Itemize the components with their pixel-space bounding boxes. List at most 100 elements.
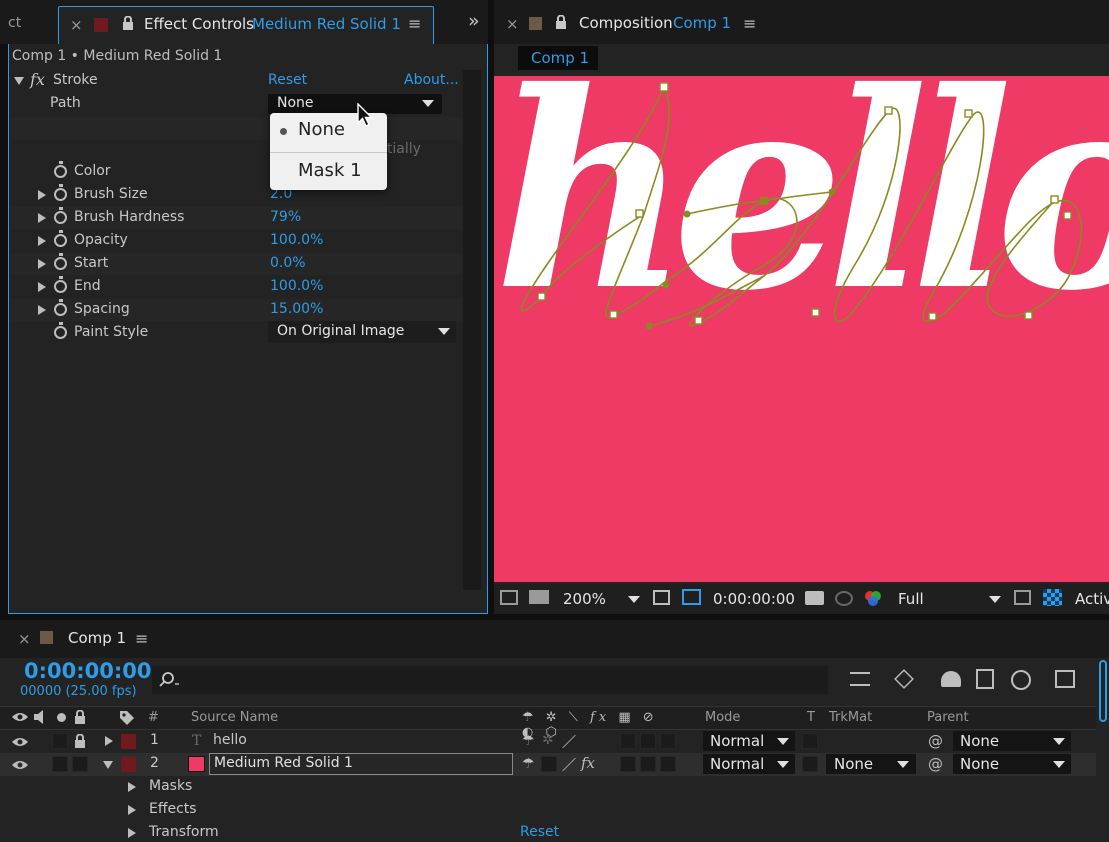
about-button[interactable]: About... <box>404 72 459 88</box>
scrollbar[interactable] <box>463 70 481 590</box>
twirl-icon[interactable] <box>103 761 113 769</box>
twirl-icon[interactable] <box>105 736 113 746</box>
color-channels-icon[interactable] <box>862 589 884 609</box>
prop-value[interactable]: 15.00% <box>270 301 323 317</box>
parent-dropdown[interactable]: None <box>953 754 1071 774</box>
composition-canvas[interactable]: hello <box>494 76 1109 582</box>
show-channel-icon[interactable] <box>835 591 853 606</box>
lock-icon[interactable] <box>74 733 86 749</box>
preserve-transparency-switch[interactable] <box>802 733 818 749</box>
camera-icon[interactable] <box>805 591 824 605</box>
search-input[interactable] <box>152 666 828 694</box>
prop-value[interactable]: 79% <box>270 209 301 225</box>
stopwatch-icon[interactable] <box>54 184 67 201</box>
active-camera-fragment[interactable]: Activ <box>1075 590 1109 608</box>
menu-item-mask-1[interactable]: Mask 1 <box>270 157 387 187</box>
mode-dropdown[interactable]: Normal <box>703 731 795 751</box>
prop-value[interactable]: 0.0% <box>270 255 306 271</box>
label-icon[interactable] <box>118 709 136 725</box>
switch-slot[interactable] <box>640 733 656 749</box>
effects-group-row[interactable]: Effects <box>0 799 1109 822</box>
panel-menu-icon[interactable]: ≡ <box>408 14 421 33</box>
transform-reset-button[interactable]: Reset <box>520 824 559 840</box>
lock-icon[interactable] <box>555 14 567 30</box>
mode-dropdown[interactable]: Normal <box>703 754 795 774</box>
switch-slot[interactable] <box>640 756 656 772</box>
comp-timecode[interactable]: 0:00:00:00 <box>713 590 795 608</box>
audio-switch[interactable] <box>52 733 68 749</box>
layer-label-color[interactable] <box>121 757 136 772</box>
twirl-icon[interactable] <box>38 236 46 246</box>
speaker-icon[interactable] <box>33 710 49 724</box>
twirl-icon[interactable] <box>38 259 46 269</box>
audio-switch[interactable] <box>52 756 68 772</box>
stopwatch-icon[interactable] <box>54 230 67 247</box>
frame-blending-icon[interactable] <box>976 669 994 689</box>
chevron-down-icon[interactable] <box>989 596 1001 603</box>
col-source-name[interactable]: Source Name <box>191 710 278 725</box>
chevron-down-icon[interactable] <box>628 596 640 603</box>
twirl-icon[interactable] <box>38 282 46 292</box>
lock-switch[interactable] <box>72 756 88 772</box>
stopwatch-icon[interactable] <box>54 299 67 316</box>
motion-blur-icon[interactable] <box>1011 670 1031 690</box>
always-preview-icon[interactable] <box>500 590 518 605</box>
transform-group-row[interactable]: Transform Reset <box>0 822 1109 842</box>
switch-slot[interactable] <box>620 733 636 749</box>
prop-value[interactable]: 100.0% <box>270 278 323 294</box>
lock-icon[interactable] <box>74 709 86 725</box>
region-of-interest-icon[interactable] <box>653 590 670 605</box>
twirl-icon[interactable] <box>38 213 46 223</box>
left-tab-fragment[interactable]: ct <box>8 15 21 31</box>
stopwatch-icon[interactable] <box>54 253 67 270</box>
timeline-timecode[interactable]: 0:00:00:00 <box>24 659 151 683</box>
close-icon[interactable]: × <box>18 630 31 648</box>
solo-icon[interactable] <box>57 713 66 722</box>
preserve-transparency-switch[interactable] <box>802 756 818 772</box>
resolution-value[interactable]: Full <box>898 590 924 608</box>
layer-name-field[interactable]: Medium Red Solid 1 <box>209 753 513 775</box>
shy-icon[interactable]: ☂ <box>522 733 535 749</box>
effect-controls-tab[interactable]: × Effect Controls Medium Red Solid 1 ≡ <box>58 6 434 44</box>
fx-icon[interactable]: fx <box>30 70 45 89</box>
paint-style-dropdown[interactable]: On Original Image <box>268 321 456 343</box>
eye-icon[interactable] <box>11 711 29 723</box>
twirl-icon[interactable] <box>128 828 136 838</box>
twirl-icon[interactable] <box>38 190 46 200</box>
toggle-mask-icon[interactable] <box>682 589 701 605</box>
graph-editor-icon[interactable] <box>1055 670 1075 688</box>
layer-name[interactable]: hello <box>213 732 247 748</box>
switch-slot[interactable] <box>541 756 557 772</box>
eye-icon[interactable] <box>11 736 29 748</box>
fx-icon[interactable]: fx <box>581 754 595 772</box>
stopwatch-icon[interactable] <box>54 276 67 293</box>
transparency-grid-icon[interactable] <box>1043 589 1062 606</box>
parent-pickwhip-icon[interactable]: @ <box>928 755 943 773</box>
parent-dropdown[interactable]: None <box>953 731 1071 751</box>
monitor-icon[interactable] <box>529 590 549 604</box>
timeline-scroll-handle[interactable] <box>1099 660 1107 722</box>
comp-viewer-tab[interactable]: Comp 1 <box>518 46 598 70</box>
stopwatch-icon[interactable] <box>54 207 67 224</box>
path-dropdown[interactable]: None <box>268 94 442 114</box>
lock-icon[interactable] <box>122 15 134 31</box>
reset-button[interactable]: Reset <box>268 72 307 88</box>
zoom-value[interactable]: 200% <box>563 590 606 608</box>
close-icon[interactable]: × <box>70 16 83 34</box>
masks-group-row[interactable]: Masks <box>0 776 1109 799</box>
layer-label-color[interactable] <box>121 734 136 749</box>
eye-icon[interactable] <box>11 759 29 771</box>
layer-row-selected[interactable]: 2 Medium Red Solid 1 ☂ ／ fx Normal None … <box>0 753 1096 776</box>
prop-value[interactable]: 100.0% <box>270 232 323 248</box>
twirl-icon[interactable] <box>128 805 136 815</box>
overflow-icon[interactable]: » <box>468 10 480 32</box>
switch-slot[interactable] <box>660 756 676 772</box>
shy-icon[interactable] <box>941 671 961 687</box>
stopwatch-icon[interactable] <box>54 161 67 178</box>
close-icon[interactable]: × <box>506 15 519 33</box>
switch-slot[interactable] <box>660 733 676 749</box>
layer-row[interactable]: 1 T hello ☂ ✲ ／ Normal @ None <box>0 730 1109 753</box>
panel-menu-icon[interactable]: ≡ <box>743 14 756 33</box>
target-region-icon[interactable] <box>1014 590 1031 605</box>
parent-pickwhip-icon[interactable]: @ <box>928 732 943 750</box>
